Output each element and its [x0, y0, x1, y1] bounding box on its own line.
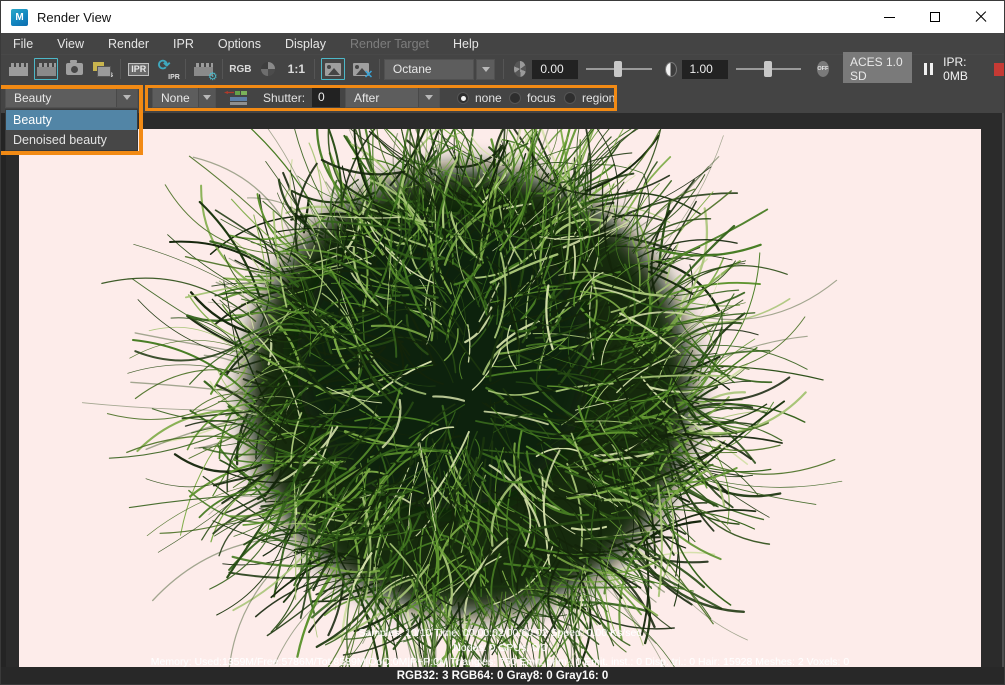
- radio-region[interactable]: region: [564, 91, 615, 105]
- minimize-button[interactable]: [866, 1, 912, 33]
- menu-view[interactable]: View: [45, 34, 96, 54]
- gamma-field[interactable]: 1.00: [681, 59, 728, 79]
- rgb-channels-button[interactable]: RGB: [228, 58, 252, 80]
- render-region-button[interactable]: [34, 58, 59, 80]
- menu-render[interactable]: Render: [96, 34, 161, 54]
- radio-label: none: [475, 91, 502, 105]
- pause-icon: [930, 63, 934, 75]
- ipr-refresh-icon: ⟳ IPR: [157, 57, 180, 81]
- maximize-button[interactable]: [912, 1, 958, 33]
- real-size-button[interactable]: 1:1: [284, 58, 308, 80]
- render-all-layers-button[interactable]: s: [90, 58, 114, 80]
- menu-ipr[interactable]: IPR: [161, 34, 206, 54]
- gear-icon: ⚙: [207, 71, 218, 83]
- slider-handle[interactable]: [764, 61, 773, 77]
- render-settings-button[interactable]: ⚙: [192, 58, 218, 83]
- menu-options[interactable]: Options: [206, 34, 273, 54]
- render-view-window: M Render View File View Render IPR Optio…: [0, 0, 1005, 685]
- image-icon: [325, 62, 342, 76]
- ipr-render-button[interactable]: IPR: [127, 58, 151, 80]
- keep-image-button[interactable]: [321, 58, 346, 80]
- renderer-select-arrow[interactable]: [475, 58, 496, 80]
- passes-toolbar: Beauty None Shutter: 0 After none focus: [1, 83, 1004, 113]
- statusbar: RGB32: 3 RGB64: 0 Gray8: 0 Gray16: 0: [1, 667, 1004, 684]
- alpha-icon: [261, 62, 276, 76]
- rendered-image[interactable]: Samples: 10/10 Time: 00:00:02/00:00:02 S…: [19, 129, 981, 669]
- render-icon: [8, 62, 28, 76]
- chevron-down-icon: [481, 66, 490, 72]
- exposure-icon: [514, 61, 527, 77]
- x-icon: ✕: [363, 69, 374, 81]
- render-region-icon: [36, 62, 56, 76]
- radio-none[interactable]: none: [457, 91, 502, 105]
- stop-ipr-button[interactable]: [994, 62, 1004, 76]
- camera-icon: [65, 60, 83, 75]
- chevron-down-icon: [425, 95, 433, 100]
- image-format-counts: RGB32: 3 RGB64: 0 Gray8: 0 Gray16: 0: [396, 669, 609, 682]
- rgb-icon: RGB: [229, 63, 252, 75]
- radio-label: region: [582, 91, 616, 105]
- menu-help[interactable]: Help: [441, 34, 491, 54]
- radio-dot[interactable]: [457, 92, 469, 104]
- renderer-value: Octane: [392, 62, 432, 76]
- color-management-off-toggle[interactable]: OFF: [816, 61, 829, 77]
- filter-arrow[interactable]: [197, 88, 215, 107]
- chevron-down-icon: [202, 95, 211, 100]
- main-toolbar: s IPR ⟳ IPR ⚙ RGB 1:1 ✕ Octane 0.00 1.00…: [1, 52, 1004, 86]
- layers-icon: s: [93, 62, 113, 79]
- alpha-channel-button[interactable]: [256, 58, 280, 80]
- menu-display[interactable]: Display: [273, 34, 338, 54]
- render-pass-arrow[interactable]: [116, 88, 137, 107]
- minimize-icon: [883, 16, 895, 18]
- renderer-select[interactable]: Octane: [383, 58, 474, 80]
- grass-ball-render: [81, 129, 843, 669]
- exposure-field[interactable]: 0.00: [532, 59, 579, 79]
- dropdown-option-denoised-beauty[interactable]: Denoised beauty: [6, 130, 137, 150]
- pause-ipr-button[interactable]: [924, 63, 934, 75]
- timing-value: After: [354, 90, 380, 105]
- radio-label: focus: [527, 91, 556, 105]
- dropdown-option-beauty[interactable]: Beauty: [6, 110, 137, 130]
- render-pass-dropdown: Beauty Denoised beauty: [5, 109, 138, 151]
- shutter-label: Shutter:: [263, 91, 306, 105]
- aces-view-transform-button[interactable]: ACES 1.0 SD: [842, 52, 913, 86]
- shutter-field[interactable]: 0: [312, 88, 340, 107]
- render-stats-line1: Samples: 10/10 Time: 00:00:02/00:00:02 S…: [358, 627, 642, 639]
- snapshot-button[interactable]: [62, 58, 86, 80]
- menu-file[interactable]: File: [1, 34, 45, 54]
- close-button[interactable]: [958, 1, 1004, 33]
- filter-select[interactable]: None: [152, 87, 216, 108]
- redo-render-button[interactable]: [6, 58, 30, 80]
- gamma-slider[interactable]: [735, 60, 801, 78]
- timing-arrow[interactable]: [418, 88, 439, 107]
- radio-focus[interactable]: focus: [509, 91, 556, 105]
- filter-value: None: [161, 90, 190, 105]
- render-viewport: Samples: 10/10 Time: 00:00:02/00:00:02 S…: [1, 113, 1004, 669]
- slider-handle[interactable]: [613, 61, 622, 77]
- render-pass-value: Beauty: [14, 90, 52, 105]
- window-title: Render View: [37, 9, 112, 25]
- maya-app-icon: M: [11, 8, 28, 26]
- radio-dot[interactable]: [564, 92, 576, 104]
- timing-select[interactable]: After: [345, 87, 440, 108]
- render-pass-select[interactable]: Beauty: [5, 87, 138, 108]
- radio-dot[interactable]: [509, 92, 521, 104]
- chevron-down-icon: [123, 95, 131, 100]
- remove-image-button[interactable]: ✕: [349, 58, 374, 81]
- menu-render-target: Render Target: [349, 36, 429, 51]
- maximize-icon: [930, 12, 940, 22]
- close-icon: [975, 11, 987, 23]
- pause-icon: [924, 63, 928, 75]
- ipr-refresh-button[interactable]: ⟳ IPR: [155, 57, 180, 81]
- ipr-memory-label: IPR: 0MB: [943, 55, 968, 83]
- one-to-one-icon: 1:1: [287, 62, 305, 76]
- viewport-left-edge: [1, 113, 6, 669]
- ipr-icon: IPR: [128, 62, 150, 76]
- titlebar: M Render View: [1, 1, 1004, 33]
- exposure-slider[interactable]: [586, 60, 652, 78]
- render-stats-line2: Nodes: 0 GPUs: 0/0: [453, 642, 547, 654]
- gamma-icon: [664, 61, 677, 77]
